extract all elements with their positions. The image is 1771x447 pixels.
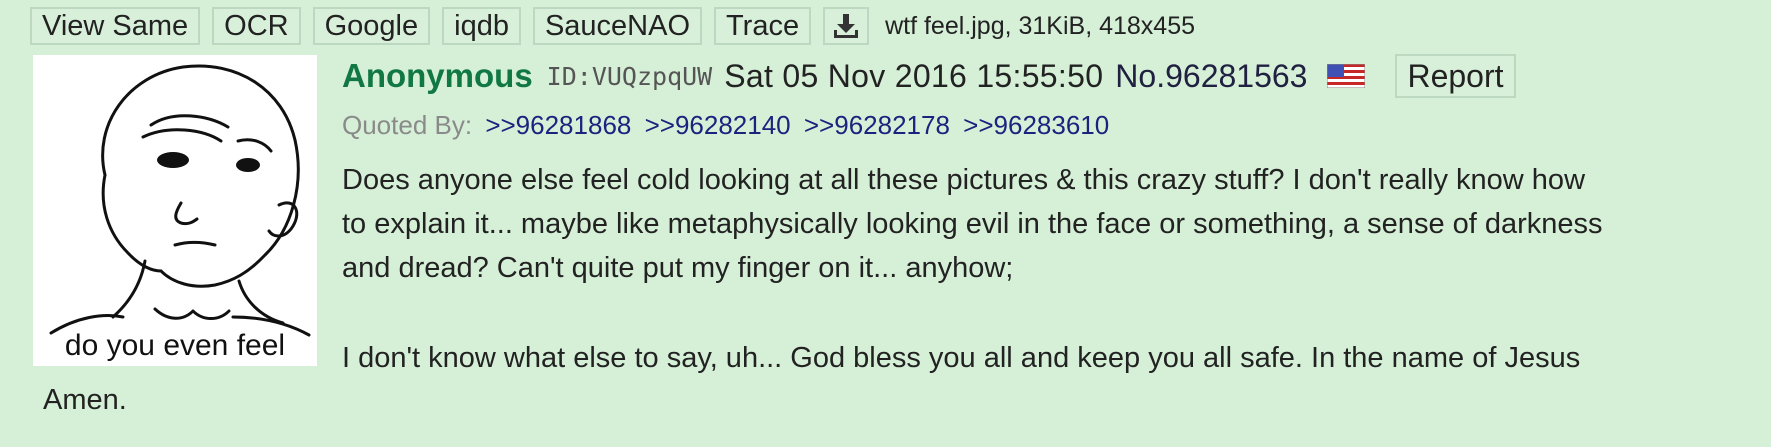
iqdb-button[interactable]: iqdb (442, 7, 521, 45)
post-header: Anonymous ID:VUQzpqUW Sat 05 Nov 2016 15… (342, 50, 1516, 102)
quote-link[interactable]: >>96283610 (963, 110, 1109, 140)
feels-guy-drawing: do you even feel (49, 64, 311, 362)
view-same-button[interactable]: View Same (30, 7, 201, 45)
quote-link[interactable]: >>96282178 (804, 110, 950, 140)
quoted-by: Quoted By: >>96281868 >>96282140 >>96282… (342, 110, 1109, 141)
file-toolbar: View Same OCR Google iqdb SauceNAO Trace… (30, 6, 1195, 46)
post: View Same OCR Google iqdb SauceNAO Trace… (0, 0, 1771, 447)
post-body-line: I don't know what else to say, uh... God… (342, 342, 1581, 374)
poster-name[interactable]: Anonymous (342, 57, 533, 95)
us-flag-icon (1327, 64, 1366, 88)
file-info[interactable]: wtf feel.jpg, 31KiB, 418x455 (885, 12, 1195, 41)
post-number[interactable]: No.96281563 (1115, 58, 1307, 95)
download-button[interactable] (823, 7, 870, 45)
quote-link[interactable]: >>96281868 (485, 110, 631, 140)
post-body-line: to explain it... maybe like metaphysical… (342, 208, 1603, 240)
report-button[interactable]: Report (1395, 54, 1516, 98)
thumbnail-caption: do you even feel (65, 329, 285, 362)
quoted-by-label: Quoted By: (342, 110, 473, 140)
post-body-line: Amen. (43, 384, 127, 416)
post-body-line: Does anyone else feel cold looking at al… (342, 164, 1586, 196)
post-thumbnail[interactable]: do you even feel (33, 55, 317, 366)
download-icon (834, 14, 859, 38)
saucenao-button[interactable]: SauceNAO (532, 7, 703, 45)
post-body: Does anyone else feel cold looking at al… (342, 158, 1762, 380)
post-body-spacer (342, 290, 1762, 336)
quote-link[interactable]: >>96282140 (645, 110, 791, 140)
post-body-line: and dread? Can't quite put my finger on … (342, 252, 1014, 284)
google-button[interactable]: Google (312, 7, 431, 45)
post-date: Sat 05 Nov 2016 15:55:50 (724, 57, 1104, 94)
trace-button[interactable]: Trace (714, 7, 812, 45)
ocr-button[interactable]: OCR (212, 7, 301, 45)
poster-id[interactable]: ID:VUQzpqUW (547, 62, 713, 91)
